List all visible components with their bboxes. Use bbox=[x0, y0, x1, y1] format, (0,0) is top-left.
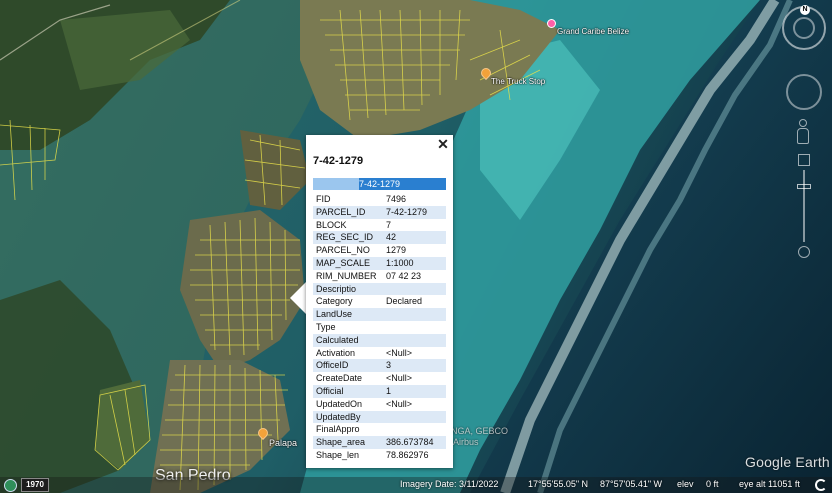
attribute-key: RIM_NUMBER bbox=[316, 270, 377, 281]
attribute-row: Descriptio bbox=[313, 282, 446, 296]
attribute-row: OfficeID 3 bbox=[313, 359, 446, 373]
attribute-key: Official bbox=[313, 384, 383, 398]
compass-inner-ring[interactable] bbox=[793, 17, 815, 39]
attribute-value: 1 bbox=[383, 384, 446, 398]
attribute-value: 1:1000 bbox=[383, 256, 446, 270]
zoom-in-icon[interactable] bbox=[798, 154, 810, 166]
attribute-row: PARCEL_NO 1279 bbox=[313, 244, 446, 257]
attribute-row: LandUse bbox=[313, 308, 446, 321]
attribute-key: Shape_len bbox=[316, 449, 360, 460]
attribute-row: RIM_NUMBER 07 42 23 bbox=[313, 270, 446, 283]
attribute-value: Declared bbox=[386, 296, 423, 307]
attribute-value: <Null> bbox=[386, 398, 413, 409]
attribute-row: Shape_area 386.673784 bbox=[313, 436, 446, 449]
latitude-readout: 17°55'55.05" N bbox=[528, 479, 589, 489]
attribute-key: MAP_SCALE bbox=[313, 256, 383, 270]
attribute-row: FinalAppro bbox=[313, 423, 446, 436]
attribute-key: BLOCK bbox=[316, 219, 347, 230]
attribute-key: Category bbox=[316, 296, 353, 307]
loading-spinner-icon bbox=[815, 479, 827, 491]
north-indicator-icon[interactable]: N bbox=[800, 5, 810, 15]
eye-altitude: eye alt 11051 ft bbox=[739, 479, 800, 489]
popup-title: 7-42-1279 bbox=[313, 155, 364, 167]
zoom-out-icon[interactable] bbox=[798, 246, 810, 258]
place-label-palapa[interactable]: Palapa bbox=[269, 438, 297, 448]
attribute-key: UpdatedOn bbox=[316, 398, 363, 409]
look-joystick-icon[interactable] bbox=[786, 74, 822, 110]
attribute-key: REG_SEC_ID bbox=[313, 231, 383, 245]
attribute-key: PARCEL_NO bbox=[316, 245, 370, 256]
attribute-key: OfficeID bbox=[313, 359, 383, 373]
attribute-value: 42 bbox=[383, 231, 446, 245]
attribute-key: UpdatedBy bbox=[313, 410, 383, 424]
attribute-value: <Null> bbox=[386, 373, 413, 384]
attribute-value bbox=[383, 423, 446, 436]
attribute-row: UpdatedOn <Null> bbox=[313, 398, 446, 411]
attribute-row: Type bbox=[313, 321, 446, 334]
attribute-row: Category Declared bbox=[313, 295, 446, 308]
attribute-value bbox=[383, 410, 446, 424]
attribute-row: BLOCK 7 bbox=[313, 219, 446, 232]
popup-header-selection bbox=[313, 178, 359, 190]
popup-pointer bbox=[290, 282, 306, 314]
attribute-key: Type bbox=[316, 321, 336, 332]
attribute-value: 7-42-1279 bbox=[383, 205, 446, 219]
imagery-attribution: NGA, GEBCO bbox=[451, 426, 509, 436]
attribute-table: FID 7496 PARCEL_ID 7-42-1279 BLOCK 7 REG_SEC_I… bbox=[313, 193, 446, 462]
attribute-key: PARCEL_ID bbox=[313, 205, 383, 219]
place-label-truck-stop[interactable]: The Truck Stop bbox=[491, 77, 545, 86]
zoom-slider[interactable] bbox=[794, 154, 814, 264]
historical-imagery-icon[interactable] bbox=[4, 479, 17, 492]
attribute-value: 1279 bbox=[386, 245, 407, 256]
navigation-controls: N bbox=[780, 4, 828, 274]
attribute-row: Activation <Null> bbox=[313, 347, 446, 360]
grand-caribe-pin-icon[interactable] bbox=[547, 19, 557, 31]
attribute-value: 78.862976 bbox=[386, 449, 429, 460]
attribute-key: LandUse bbox=[313, 308, 383, 321]
popup-header-bar: 7-42-1279 bbox=[313, 178, 446, 190]
attribute-key: FID bbox=[316, 194, 331, 204]
longitude-readout: 87°57'05.41" W bbox=[600, 479, 663, 489]
imagery-date: Imagery Date: 3/11/2022 bbox=[400, 479, 499, 489]
palapa-pin-icon[interactable] bbox=[255, 425, 271, 441]
attribute-row: Official 1 bbox=[313, 384, 446, 398]
historical-year-badge[interactable]: 1970 bbox=[21, 478, 49, 492]
elevation-label: elev bbox=[677, 479, 694, 489]
attribute-value bbox=[383, 282, 446, 296]
attribute-value: <Null> bbox=[386, 347, 413, 358]
attribute-key: Descriptio bbox=[313, 282, 383, 296]
attribute-row: UpdatedBy bbox=[313, 410, 446, 424]
truck-stop-pin-icon[interactable] bbox=[478, 65, 494, 81]
attribute-value bbox=[383, 308, 446, 321]
attribute-key: FinalAppro bbox=[316, 424, 360, 435]
attribute-row: MAP_SCALE 1:1000 bbox=[313, 256, 446, 270]
street-view-pegman-icon[interactable] bbox=[796, 119, 810, 149]
attribute-value: 7496 bbox=[386, 194, 407, 204]
attribute-value bbox=[383, 321, 446, 334]
attribute-row: PARCEL_ID 7-42-1279 bbox=[313, 205, 446, 219]
attribute-value bbox=[383, 333, 446, 347]
zoom-track[interactable] bbox=[803, 170, 805, 242]
attribute-row: Shape_len 78.862976 bbox=[313, 449, 446, 462]
attribute-key: Activation bbox=[316, 347, 356, 358]
compass-ring-icon[interactable]: N bbox=[782, 5, 826, 50]
attribute-value: 386.673784 bbox=[383, 436, 446, 449]
popup-header-value: 7-42-1279 bbox=[359, 179, 401, 189]
attribute-value: 07 42 23 bbox=[386, 270, 422, 281]
attribute-row: Calculated bbox=[313, 333, 446, 347]
attribute-key: Shape_area bbox=[313, 436, 383, 449]
attribute-row: CreateDate <Null> bbox=[313, 372, 446, 385]
place-label-grand-caribe[interactable]: Grand Caribe Belize bbox=[557, 27, 629, 36]
attribute-row: REG_SEC_ID 42 bbox=[313, 231, 446, 245]
attribute-row: FID 7496 bbox=[313, 193, 446, 206]
close-icon[interactable]: ✕ bbox=[436, 137, 450, 151]
attribute-key: CreateDate bbox=[316, 373, 363, 384]
zoom-knob[interactable] bbox=[797, 184, 811, 189]
attribute-value: 3 bbox=[383, 359, 446, 373]
attribute-value: 7 bbox=[386, 219, 392, 230]
imagery-attribution-2: Airbus bbox=[453, 437, 479, 447]
elevation-value: 0 ft bbox=[706, 479, 719, 489]
attribute-key: Calculated bbox=[313, 333, 383, 347]
google-earth-logo: Google Earth bbox=[745, 454, 830, 470]
